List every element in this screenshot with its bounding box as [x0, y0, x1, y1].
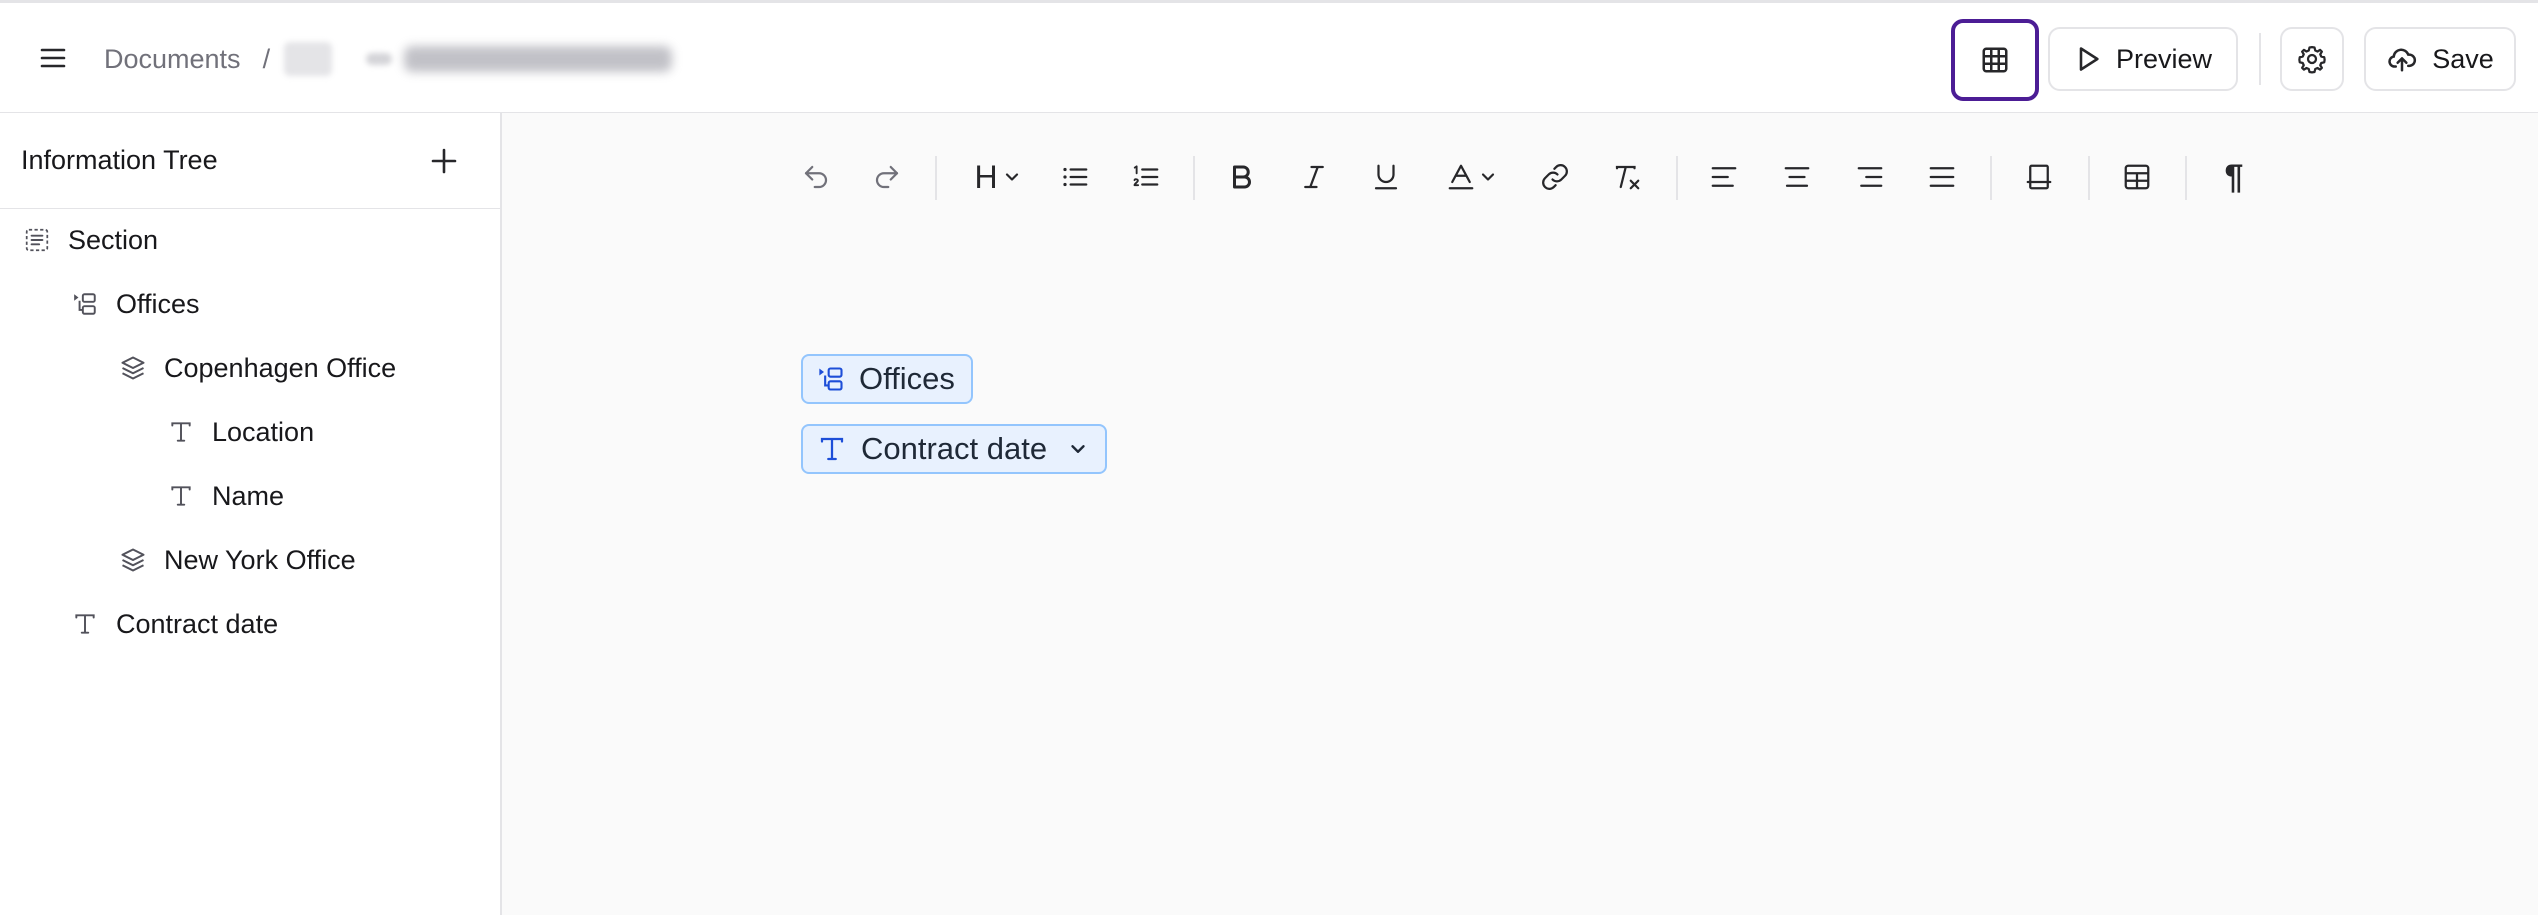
repeater-icon	[68, 287, 102, 321]
bullet-list-icon[interactable]	[1055, 154, 1095, 200]
toolbar-divider	[1990, 156, 1992, 200]
breadcrumb-documents[interactable]: Documents	[104, 44, 241, 75]
sidebar-title: Information Tree	[21, 145, 218, 175]
tree-item-label: Name	[212, 480, 285, 511]
tree-item-contract-date[interactable]: Contract date	[68, 600, 278, 648]
tree-item-label: Section	[68, 224, 159, 255]
breadcrumb-separator: /	[262, 43, 271, 74]
chevron-down-icon	[1071, 445, 1085, 453]
insert-table-icon[interactable]	[2117, 154, 2157, 200]
top-bar: Documents / Preview Save	[0, 0, 2538, 113]
toolbar-divider	[1193, 156, 1195, 200]
preview-label: Preview	[2115, 43, 2213, 74]
chip-label: Contract date	[861, 431, 1048, 466]
tree-item-name[interactable]: Name	[164, 472, 284, 520]
gear-icon	[2298, 46, 2326, 74]
save-label: Save	[2432, 43, 2494, 74]
bold-icon[interactable]	[1222, 154, 1262, 200]
cloud-upload-icon	[2388, 48, 2417, 72]
chip-label: Offices	[859, 361, 955, 396]
link-icon[interactable]	[1535, 154, 1575, 200]
text-type-icon	[68, 607, 102, 641]
section-icon	[20, 223, 54, 257]
align-justify-icon[interactable]	[1922, 154, 1962, 200]
settings-button[interactable]	[2280, 27, 2344, 91]
italic-icon[interactable]	[1294, 154, 1334, 200]
offices-field-chip[interactable]: Offices	[801, 354, 973, 404]
sidebar-header: Information Tree	[0, 113, 500, 209]
text-color-dropdown[interactable]	[1440, 154, 1504, 200]
heading-icon: H	[974, 158, 998, 195]
plus-icon[interactable]	[426, 143, 462, 179]
preview-button[interactable]: Preview	[2048, 27, 2238, 91]
align-right-icon[interactable]	[1850, 154, 1890, 200]
tree-item-new-york-office[interactable]: New York Office	[116, 536, 356, 584]
tree-item-label: Location	[212, 416, 315, 447]
redacted-icon	[366, 53, 393, 65]
heading-dropdown[interactable]: H	[968, 154, 1028, 200]
repeater-icon	[817, 365, 845, 393]
tree-item-offices[interactable]: Offices	[68, 280, 200, 328]
toolbar-divider	[935, 156, 937, 200]
redacted-document-title	[404, 46, 673, 72]
align-left-icon[interactable]	[1704, 154, 1744, 200]
play-icon	[2079, 47, 2099, 71]
align-center-icon[interactable]	[1777, 154, 1817, 200]
paragraph-mark: ¶	[2224, 157, 2244, 196]
table-view-button[interactable]	[1951, 19, 2039, 101]
text-type-icon	[817, 434, 847, 464]
tree-item-label: Copenhagen Office	[164, 352, 397, 383]
tree-item-location[interactable]: Location	[164, 408, 314, 456]
tree-item-label: New York Office	[164, 544, 356, 575]
page-break-icon[interactable]	[2019, 154, 2059, 200]
tree-item-section[interactable]: Section	[20, 216, 158, 264]
tree-item-label: Contract date	[116, 608, 279, 639]
tree-item-copenhagen-office[interactable]: Copenhagen Office	[116, 344, 396, 392]
numbered-list-icon[interactable]	[1126, 154, 1166, 200]
text-type-icon	[164, 479, 198, 513]
text-color-icon	[1448, 164, 1474, 190]
toolbar-divider	[2088, 156, 2090, 200]
chevron-down-icon	[1481, 173, 1495, 181]
paragraph-mark-icon[interactable]: ¶	[2214, 154, 2254, 200]
underline-icon[interactable]	[1366, 154, 1406, 200]
undo-icon[interactable]	[796, 154, 836, 200]
clear-formatting-icon[interactable]	[1607, 154, 1647, 200]
grid-icon	[1982, 47, 2008, 73]
toolbar-divider	[2185, 156, 2187, 200]
tree-item-label: Offices	[116, 288, 200, 319]
chevron-down-icon	[1005, 173, 1018, 181]
breadcrumb: Documents /	[104, 37, 673, 81]
menu-icon[interactable]	[36, 41, 70, 75]
layers-icon	[116, 351, 150, 385]
save-button[interactable]: Save	[2364, 27, 2516, 91]
redo-icon[interactable]	[867, 154, 907, 200]
information-tree-panel: Information Tree Section Offices Copenha…	[0, 113, 502, 915]
text-type-icon	[164, 415, 198, 449]
toolbar-divider	[1676, 156, 1678, 200]
layers-icon	[116, 543, 150, 577]
header-divider	[2259, 33, 2261, 85]
redacted-folder	[284, 42, 333, 76]
contract-date-field-chip[interactable]: Contract date	[801, 424, 1108, 474]
